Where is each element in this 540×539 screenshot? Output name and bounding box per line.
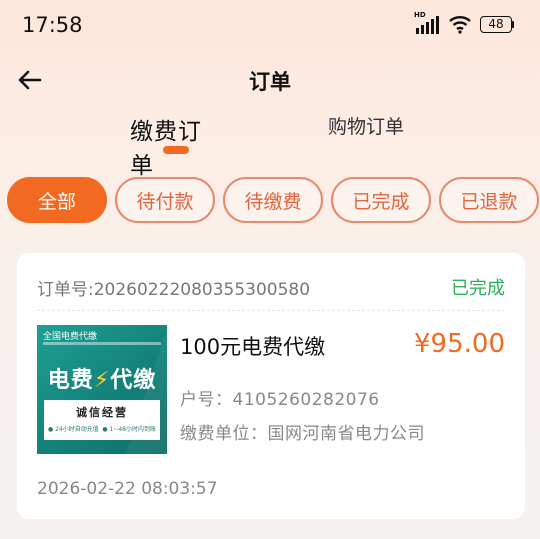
filter-pending-payment[interactable]: 待付款 bbox=[115, 177, 215, 223]
cellular-signal-icon: HD bbox=[414, 11, 440, 34]
product-image-caption: 全国电费代缴 bbox=[43, 332, 98, 342]
product-image-headline: 电费⚡代缴 bbox=[47, 368, 157, 393]
battery-level: 48 bbox=[480, 15, 512, 33]
header: 订单 bbox=[0, 52, 540, 108]
filter-pending-recharge[interactable]: 待缴费 bbox=[223, 177, 323, 223]
status-icons: HD 48 bbox=[414, 11, 514, 34]
filter-all[interactable]: 全部 bbox=[7, 177, 107, 223]
status-bar: 17:58 HD 48 bbox=[0, 0, 540, 52]
card-divider bbox=[37, 310, 505, 311]
status-filter-bar: 全部 待付款 待缴费 已完成 已退款 bbox=[7, 177, 539, 223]
filter-refunded[interactable]: 已退款 bbox=[439, 177, 539, 223]
tab-shopping-orders[interactable]: 购物订单 bbox=[328, 112, 408, 142]
page-title: 订单 bbox=[249, 70, 291, 94]
wifi-icon bbox=[449, 16, 471, 34]
product-image: 全国电费代缴 电费⚡代缴 诚信经营 ● 24小时自动充值 ● 1~48小时内到账 bbox=[37, 325, 167, 454]
lightning-icon: ⚡ bbox=[93, 368, 111, 393]
product-image-banner: 诚信经营 ● 24小时自动充值 ● 1~48小时内到账 bbox=[44, 400, 160, 440]
battery-icon: 48 bbox=[480, 15, 514, 33]
filter-completed[interactable]: 已完成 bbox=[331, 177, 431, 223]
order-status-badge: 已完成 bbox=[451, 278, 505, 299]
payee-company: 缴费单位：国网河南省电力公司 bbox=[180, 424, 425, 444]
order-card[interactable]: 订单号:20260222080355300580 已完成 全国电费代缴 电费⚡代… bbox=[17, 253, 525, 519]
order-time: 2026-02-22 08:03:57 bbox=[37, 479, 218, 499]
account-number: 户号：4105260282076 bbox=[180, 390, 380, 410]
main-tabs: 缴费订单 购物订单 bbox=[0, 108, 540, 179]
status-time: 17:58 bbox=[22, 13, 83, 37]
tab-shopping-orders-label: 购物订单 bbox=[328, 116, 405, 138]
order-number: 订单号:20260222080355300580 bbox=[37, 280, 311, 300]
product-name: 100元电费代缴 bbox=[180, 335, 326, 359]
order-price: ¥95.00 bbox=[414, 329, 505, 359]
active-tab-indicator bbox=[163, 146, 189, 154]
